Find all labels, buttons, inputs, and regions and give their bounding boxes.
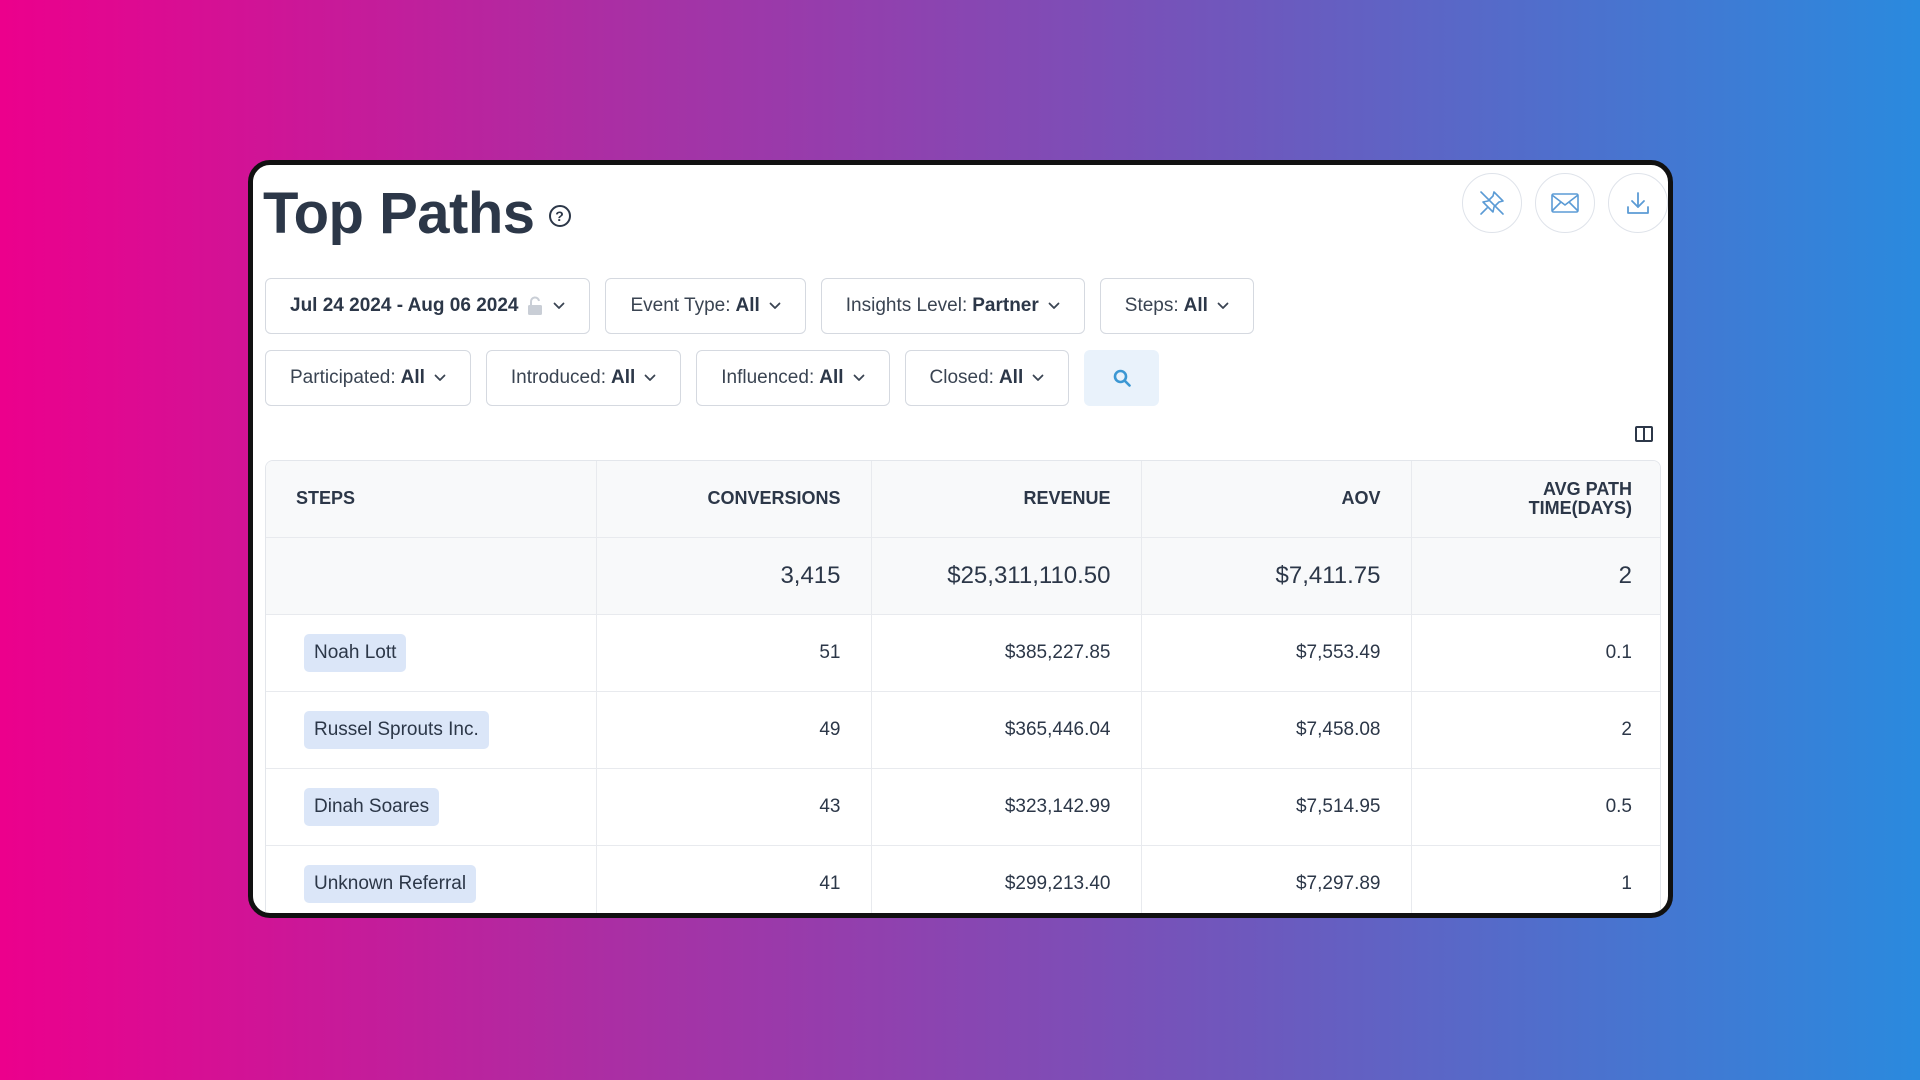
- top-paths-table: STEPS CONVERSIONS REVENUE AOV AVG PATH T…: [265, 460, 1661, 913]
- filter-label: Event Type:: [630, 295, 731, 316]
- revenue-cell: $299,213.40: [871, 845, 1142, 913]
- column-header-line: TIME(DAYS): [1528, 497, 1632, 518]
- step-chip[interactable]: Dinah Soares: [304, 787, 440, 826]
- unpin-button[interactable]: [1462, 173, 1522, 233]
- filter-value: All: [400, 367, 425, 388]
- table-row: Russel Sprouts Inc. 49 $365,446.04 $7,45…: [266, 691, 1660, 769]
- aov-cell: $7,514.95: [1141, 768, 1412, 846]
- chevron-down-icon: [434, 374, 446, 382]
- influenced-filter[interactable]: Influenced: All: [696, 350, 890, 406]
- revenue-cell: $365,446.04: [871, 691, 1142, 769]
- header-actions: [1462, 173, 1668, 233]
- chevron-down-icon: [853, 374, 865, 382]
- revenue-cell: $323,142.99: [871, 768, 1142, 846]
- aov-cell: $7,458.08: [1141, 691, 1412, 769]
- download-icon: [1627, 192, 1649, 214]
- column-header-steps[interactable]: STEPS: [266, 461, 597, 538]
- chevron-down-icon: [769, 302, 781, 310]
- avg-path-time-cell: 0.5: [1411, 768, 1660, 846]
- step-chip[interactable]: Unknown Referral: [304, 864, 477, 903]
- filter-label: Introduced:: [510, 367, 606, 388]
- filter-value: All: [735, 295, 760, 316]
- date-range-value: Jul 24 2024 - Aug 06 2024: [290, 295, 519, 316]
- page-title: Top Paths: [263, 180, 535, 246]
- chevron-down-icon: [1217, 302, 1229, 310]
- chevron-down-icon: [644, 374, 656, 382]
- aov-cell: $7,553.49: [1141, 614, 1412, 692]
- participated-filter[interactable]: Participated: All: [265, 350, 471, 406]
- totals-avg-path-time: 2: [1411, 537, 1660, 615]
- steps-filter[interactable]: Steps: All: [1099, 278, 1254, 334]
- filter-value: All: [610, 367, 636, 388]
- filter-label: Steps:: [1124, 295, 1179, 316]
- email-button[interactable]: [1535, 173, 1595, 233]
- unlock-icon: [526, 296, 544, 316]
- step-cell: Dinah Soares: [266, 768, 597, 846]
- table-row: Noah Lott 51 $385,227.85 $7,553.49 0.1: [266, 614, 1660, 692]
- download-button[interactable]: [1608, 173, 1668, 233]
- conversions-cell: 49: [596, 691, 872, 769]
- search-icon: [1113, 369, 1131, 387]
- filter-bar: Jul 24 2024 - Aug 06 2024 Event Type: Al…: [265, 278, 1465, 406]
- avg-path-time-cell: 1: [1411, 845, 1660, 913]
- step-cell: Unknown Referral: [266, 845, 597, 913]
- filter-label: Closed:: [929, 367, 994, 388]
- table-row: Dinah Soares 43 $323,142.99 $7,514.95 0.…: [266, 768, 1660, 846]
- columns-icon: [1635, 426, 1653, 442]
- totals-row: 3,415 $25,311,110.50 $7,411.75 2: [266, 537, 1660, 615]
- step-chip[interactable]: Noah Lott: [304, 633, 407, 672]
- step-chip[interactable]: Russel Sprouts Inc.: [304, 710, 489, 749]
- chevron-down-icon: [1048, 302, 1060, 310]
- step-cell: Russel Sprouts Inc.: [266, 691, 597, 769]
- column-header-avg-path-time[interactable]: AVG PATH TIME(DAYS): [1411, 461, 1660, 538]
- filter-value: Partner: [972, 295, 1039, 316]
- filter-label: Influenced:: [721, 367, 815, 388]
- totals-steps: [266, 537, 597, 615]
- card-header: Top Paths ?: [263, 173, 1658, 253]
- step-cell: Noah Lott: [266, 614, 597, 692]
- event-type-filter[interactable]: Event Type: All: [605, 278, 806, 334]
- date-range-filter[interactable]: Jul 24 2024 - Aug 06 2024: [265, 278, 591, 334]
- table-header-row: STEPS CONVERSIONS REVENUE AOV AVG PATH T…: [266, 461, 1660, 538]
- column-header-revenue[interactable]: REVENUE: [871, 461, 1142, 538]
- revenue-cell: $385,227.85: [871, 614, 1142, 692]
- table-row: Unknown Referral 41 $299,213.40 $7,297.8…: [266, 845, 1660, 913]
- totals-aov: $7,411.75: [1141, 537, 1412, 615]
- aov-cell: $7,297.89: [1141, 845, 1412, 913]
- totals-conversions: 3,415: [596, 537, 872, 615]
- conversions-cell: 41: [596, 845, 872, 913]
- column-header-line: AVG PATH: [1543, 478, 1632, 499]
- avg-path-time-cell: 0.1: [1411, 614, 1660, 692]
- introduced-filter[interactable]: Introduced: All: [485, 350, 682, 406]
- search-button[interactable]: [1084, 350, 1160, 406]
- conversions-cell: 43: [596, 768, 872, 846]
- insights-level-filter[interactable]: Insights Level: Partner: [820, 278, 1085, 334]
- column-header-aov[interactable]: AOV: [1141, 461, 1412, 538]
- conversions-cell: 51: [596, 614, 872, 692]
- chevron-down-icon: [1032, 374, 1044, 382]
- filter-value: All: [998, 367, 1024, 388]
- filter-label: Insights Level:: [845, 295, 968, 316]
- filter-value: All: [1183, 295, 1208, 316]
- avg-path-time-cell: 2: [1411, 691, 1660, 769]
- chevron-down-icon: [553, 302, 565, 310]
- closed-filter[interactable]: Closed: All: [904, 350, 1070, 406]
- mail-icon: [1551, 193, 1579, 213]
- filter-value: All: [819, 367, 844, 388]
- totals-revenue: $25,311,110.50: [871, 537, 1142, 615]
- pin-off-icon: [1480, 191, 1504, 215]
- filter-label: Participated:: [290, 367, 396, 388]
- top-paths-card: Top Paths ? Jul 24 2024 - Aug 06 2024 Ev…: [248, 160, 1673, 918]
- question-circle-icon[interactable]: ?: [548, 205, 571, 227]
- columns-toggle-button[interactable]: [1634, 425, 1654, 448]
- column-header-conversions[interactable]: CONVERSIONS: [596, 461, 872, 538]
